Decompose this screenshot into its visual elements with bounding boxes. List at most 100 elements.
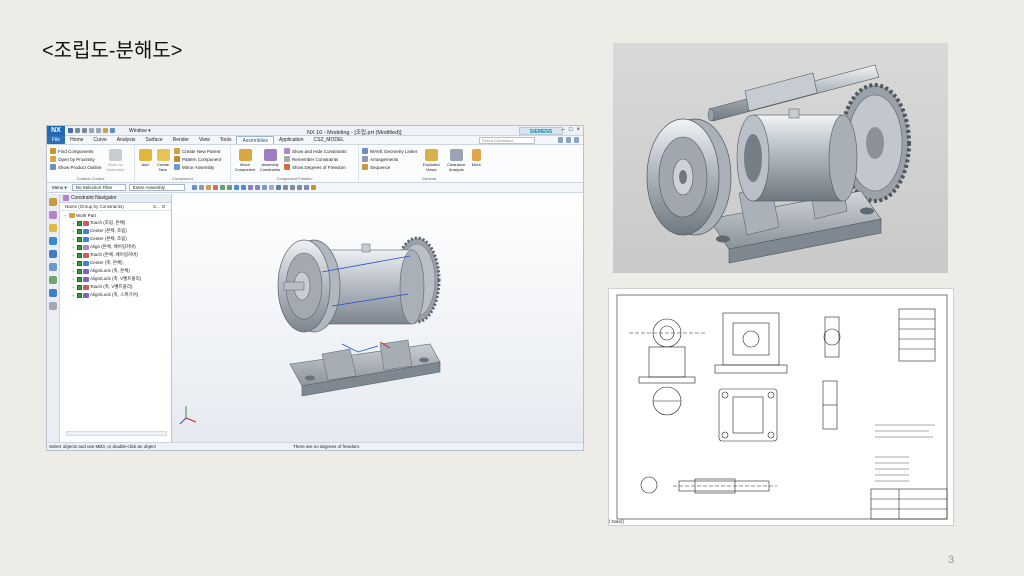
tab-surface[interactable]: Surface (140, 136, 167, 144)
assembly-navigator-icon[interactable] (49, 198, 57, 206)
show-dof-button[interactable]: Show Degrees of Freedom (284, 163, 347, 171)
window-menu[interactable]: Window ▾ (129, 128, 151, 134)
render-style-icon[interactable] (275, 185, 281, 190)
expand-icon[interactable]: + (72, 221, 76, 226)
tab-application[interactable]: Application (274, 136, 308, 144)
save-icon[interactable] (68, 128, 73, 133)
system-materials-icon[interactable] (49, 276, 57, 284)
constraint-checkbox[interactable] (77, 252, 82, 258)
minimize-icon[interactable]: – (562, 127, 565, 133)
constraint-row[interactable]: + Center (본체, 조립) (60, 235, 171, 243)
tab-file[interactable]: File (47, 136, 66, 144)
expand-icon[interactable]: + (72, 253, 76, 258)
find-components-button[interactable]: Find Components (50, 147, 102, 155)
settings-icon[interactable] (566, 137, 571, 143)
navigator-horizontal-scrollbar[interactable] (66, 431, 167, 436)
endpoint-icon[interactable] (226, 185, 232, 190)
constraint-row[interactable]: + Align (본체, 베어링커버) (60, 243, 171, 251)
create-new-parent-button[interactable]: Create New Parent (174, 147, 221, 155)
expand-icon[interactable]: + (72, 229, 76, 234)
constraint-row[interactable]: + Touch (본체, 베어링커버) (60, 251, 171, 259)
show-hide-constraints-button[interactable]: Show and Hide Constraints (284, 147, 347, 155)
selection-filter-dropdown[interactable]: No Selection Filter (71, 184, 126, 191)
column-d-header[interactable]: D (162, 204, 165, 209)
expand-icon[interactable]: + (72, 277, 76, 282)
fit-icon[interactable] (282, 185, 288, 190)
column-name-header[interactable]: Name (Group by Constraints) (65, 204, 124, 209)
roles-icon[interactable] (49, 302, 57, 310)
create-new-button[interactable]: Create New (155, 149, 171, 172)
redo-icon[interactable] (82, 128, 87, 133)
constraint-row[interactable]: + Align/Lock (축, 본체) (60, 267, 171, 275)
column-s-header[interactable]: S... (153, 204, 160, 209)
wave-geometry-linker-button[interactable]: WAVE Geometry Linker (362, 147, 417, 155)
deselect-icon[interactable] (212, 185, 218, 190)
mirror-assembly-button[interactable]: Mirror Assembly (174, 163, 221, 171)
constraint-checkbox[interactable] (77, 244, 82, 250)
cut-icon[interactable] (89, 128, 94, 133)
midpoint-icon[interactable] (233, 185, 239, 190)
process-studio-icon[interactable] (49, 289, 57, 297)
show-product-outline-button[interactable]: Show Product Outline (50, 163, 102, 171)
assembly-scope-dropdown[interactable]: Entire Assembly (128, 184, 185, 191)
section-icon[interactable] (310, 185, 316, 190)
tab-home[interactable]: Home (65, 136, 88, 144)
tree-root-work-part[interactable]: − Work Part (60, 211, 171, 219)
constraint-checkbox[interactable] (77, 292, 82, 298)
help-icon[interactable] (558, 137, 563, 143)
expand-icon[interactable]: + (72, 293, 76, 298)
paste-icon[interactable] (103, 128, 108, 133)
constraint-row[interactable]: + Center (본체, 조립) (60, 227, 171, 235)
exploded-views-button[interactable]: Exploded Views (420, 149, 442, 172)
repeat-command-icon[interactable] (110, 128, 115, 133)
center-icon[interactable] (240, 185, 246, 190)
sequence-button[interactable]: Sequence (362, 163, 417, 171)
tab-tools[interactable]: Tools (215, 136, 237, 144)
constraint-checkbox[interactable] (77, 260, 82, 266)
tab-csz-model[interactable]: CSZ_MODEL (309, 136, 350, 144)
point-icon[interactable] (219, 185, 225, 190)
zoom-icon[interactable] (289, 185, 295, 190)
clearance-analysis-button[interactable]: Clearance Analysis (445, 149, 467, 172)
maximize-icon[interactable]: □ (569, 127, 573, 133)
close-icon[interactable]: × (576, 127, 580, 133)
filter-icon[interactable] (205, 185, 211, 190)
expand-icon[interactable]: + (72, 245, 76, 250)
constraint-row[interactable]: + Touch (축, V벨트풀리) (60, 283, 171, 291)
tangent-icon[interactable] (261, 185, 267, 190)
web-browser-icon[interactable] (49, 250, 57, 258)
more-button[interactable]: More (470, 149, 482, 172)
select-icon[interactable] (198, 185, 204, 190)
pan-icon[interactable] (296, 185, 302, 190)
collapse-icon[interactable]: − (64, 213, 68, 218)
constraint-row[interactable]: + Align/Lock (축, V벨트풀리) (60, 275, 171, 283)
constraint-checkbox[interactable] (77, 276, 82, 282)
tab-curve[interactable]: Curve (88, 136, 111, 144)
expand-icon[interactable]: + (72, 285, 76, 290)
undo-icon[interactable] (75, 128, 80, 133)
constraint-row[interactable]: + Center (축, 본체) (60, 259, 171, 267)
tab-assemblies[interactable]: Assemblies (236, 136, 275, 144)
part-navigator-icon[interactable] (49, 224, 57, 232)
constraint-checkbox[interactable] (77, 220, 82, 226)
reuse-library-icon[interactable] (49, 237, 57, 245)
open-by-proximity-button[interactable]: Open by Proximity (50, 155, 102, 163)
move-component-button[interactable]: Move Component (234, 149, 256, 172)
constraint-checkbox[interactable] (77, 228, 82, 234)
work-on-assembly-button[interactable]: Work on Assembly (105, 149, 127, 172)
add-component-button[interactable]: Add (138, 149, 152, 172)
quadrant-icon[interactable] (247, 185, 253, 190)
tab-analysis[interactable]: Analysis (112, 136, 141, 144)
assembly-constraints-button[interactable]: Assembly Constraints (259, 149, 281, 172)
constraint-checkbox[interactable] (77, 236, 82, 242)
tab-view[interactable]: View (194, 136, 215, 144)
expand-icon[interactable]: + (72, 269, 76, 274)
constraint-row[interactable]: + Touch (조립, 본체) (60, 219, 171, 227)
command-search-input[interactable]: Find a Command (479, 137, 535, 144)
pattern-component-button[interactable]: Pattern Component (174, 155, 221, 163)
ribbon-toggle-icon[interactable] (574, 137, 579, 143)
nx-logo[interactable]: NX (47, 126, 65, 136)
constraint-row[interactable]: + Align/Lock (축, 스퍼기어) (60, 291, 171, 299)
expand-icon[interactable]: + (72, 261, 76, 266)
copy-icon[interactable] (96, 128, 101, 133)
